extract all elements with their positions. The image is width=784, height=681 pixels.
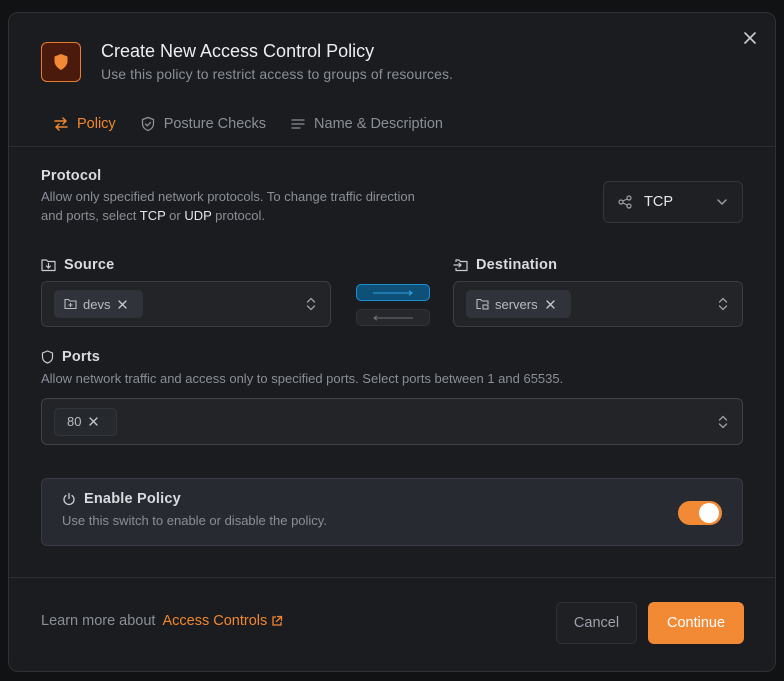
direction-forward-button[interactable] (356, 284, 430, 301)
continue-button[interactable]: Continue (648, 602, 744, 644)
arrows-left-right-icon (54, 117, 68, 131)
footer-divider (9, 577, 775, 578)
enable-policy-label: Enable Policy (62, 491, 181, 507)
learn-more: Learn more about Access Controls (41, 613, 283, 629)
arrow-right-icon (373, 289, 413, 296)
tab-policy-label: Policy (77, 116, 116, 132)
destination-chip-label: servers (495, 296, 538, 312)
folder-down-icon (41, 259, 56, 272)
destination-label: Destination (453, 257, 557, 273)
cancel-button[interactable]: Cancel (556, 602, 637, 644)
enable-policy-toggle[interactable] (678, 501, 722, 525)
dialog-title: Create New Access Control Policy (101, 41, 375, 61)
folder-server-icon (476, 298, 489, 310)
access-controls-link-text: Access Controls (162, 613, 268, 629)
protocol-label-text: Protocol (41, 168, 102, 184)
tabs-divider (9, 146, 775, 147)
direction-backward-button[interactable] (356, 309, 430, 326)
protocol-desc-or: or (165, 208, 185, 223)
protocol-select[interactable]: TCP (603, 181, 743, 223)
source-label: Source (41, 257, 114, 273)
create-policy-dialog: Create New Access Control Policy Use thi… (8, 12, 776, 672)
access-controls-link[interactable]: Access Controls (162, 613, 283, 629)
protocol-desc-tcp: TCP (139, 208, 166, 223)
tab-posture-checks-label: Posture Checks (163, 116, 267, 132)
protocol-desc-udp: UDP (184, 208, 212, 223)
enable-policy-description: Use this switch to enable or disable the… (62, 513, 327, 528)
toggle-knob (699, 503, 719, 523)
ports-description: Allow network traffic and access only to… (41, 371, 564, 386)
remove-port-chip-icon[interactable] (89, 417, 99, 426)
close-button[interactable] (741, 29, 759, 47)
protocol-description: Allow only specified network protocols. … (41, 187, 421, 225)
shield-icon (54, 54, 68, 70)
tab-name-description-label: Name & Description (314, 116, 443, 132)
learn-more-text: Learn more about (41, 613, 156, 629)
ports-label-text: Ports (62, 349, 101, 365)
dialog-header: Create New Access Control Policy Use thi… (41, 41, 454, 84)
remove-destination-chip-icon[interactable] (545, 299, 555, 309)
chevrons-up-down-icon (718, 297, 728, 311)
tab-bar: Policy Posture Checks Name & Description (53, 113, 467, 135)
folder-plus-icon (64, 298, 77, 310)
share-nodes-icon (618, 195, 632, 209)
enable-policy-card: Enable Policy Use this switch to enable … (41, 478, 743, 546)
ports-label: Ports (41, 349, 100, 365)
text-lines-icon (291, 119, 305, 129)
chevrons-up-down-icon (718, 415, 728, 428)
dialog-subtitle: Use this policy to restrict access to gr… (101, 66, 454, 82)
destination-select[interactable]: servers (453, 281, 743, 327)
source-label-text: Source (64, 257, 115, 273)
chevrons-up-down-icon (306, 297, 316, 311)
protocol-desc-end: protocol. (211, 208, 266, 223)
source-select[interactable]: devs (41, 281, 331, 327)
destination-chip: servers (466, 290, 571, 318)
folder-in-icon (453, 259, 468, 272)
source-chip: devs (54, 290, 144, 318)
port-chip: 80 (54, 407, 118, 436)
source-chip-label: devs (83, 296, 111, 312)
chevron-down-icon (717, 199, 727, 205)
protocol-label: Protocol (41, 168, 101, 184)
power-icon (63, 492, 75, 506)
tab-name-description[interactable]: Name & Description (290, 113, 443, 135)
close-icon (744, 32, 756, 44)
header-icon-box (41, 42, 81, 82)
port-chip-label: 80 (67, 414, 82, 429)
ports-input[interactable]: 80 (41, 398, 743, 445)
enable-policy-label-text: Enable Policy (84, 491, 181, 507)
external-link-icon (272, 615, 283, 626)
arrow-left-icon (373, 314, 413, 321)
tab-policy[interactable]: Policy (53, 113, 116, 135)
shield-outline-icon (41, 350, 54, 364)
protocol-selected-value: TCP (644, 194, 673, 210)
tab-posture-checks[interactable]: Posture Checks (140, 113, 266, 135)
remove-source-chip-icon[interactable] (118, 299, 128, 309)
shield-check-icon (141, 116, 154, 132)
destination-label-text: Destination (476, 257, 558, 273)
